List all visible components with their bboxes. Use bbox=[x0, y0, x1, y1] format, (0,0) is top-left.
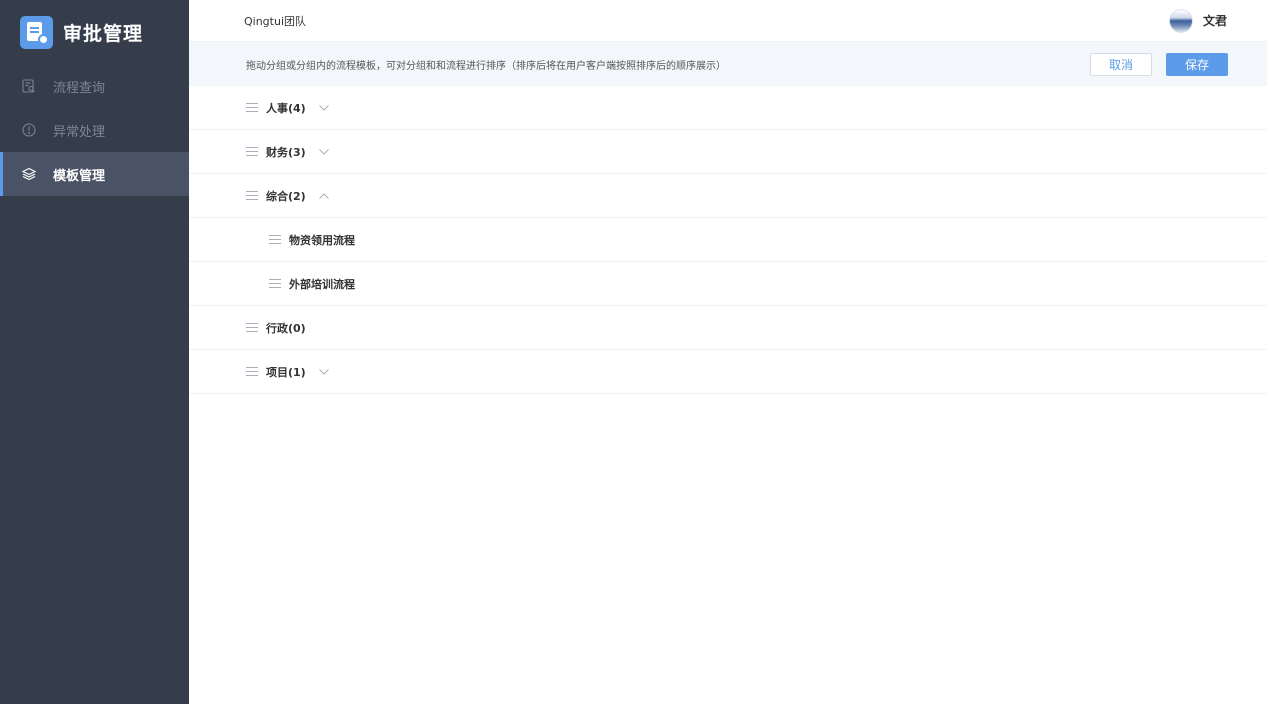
group-label: 财务(3) bbox=[266, 145, 306, 159]
sidebar-item-template-management[interactable]: 模板管理 bbox=[0, 152, 189, 196]
chevron-down-icon[interactable] bbox=[318, 366, 330, 378]
sidebar: 审批管理 流程查询 异常处理 模板管理 bbox=[0, 0, 189, 704]
save-button[interactable]: 保存 bbox=[1166, 52, 1228, 76]
drag-handle-icon[interactable] bbox=[269, 279, 281, 288]
chevron-up-icon[interactable] bbox=[318, 190, 330, 202]
sidebar-item-label: 异常处理 bbox=[53, 124, 106, 140]
avatar[interactable] bbox=[1168, 8, 1193, 33]
template-row-external-training[interactable]: 外部培训流程 bbox=[189, 262, 1267, 306]
sidebar-item-exception-handling[interactable]: 异常处理 bbox=[0, 108, 189, 152]
sort-toolbar: 拖动分组或分组内的流程模板，可对分组和和流程进行排序（排序后将在用户客户端按照排… bbox=[189, 42, 1267, 86]
template-label: 物资领用流程 bbox=[289, 233, 355, 247]
group-row-finance[interactable]: 财务(3) bbox=[189, 130, 1267, 174]
group-row-hr[interactable]: 人事(4) bbox=[189, 86, 1267, 130]
toolbar-buttons: 取消 保存 bbox=[1090, 52, 1228, 76]
user-menu[interactable]: 文君 bbox=[1168, 8, 1227, 33]
top-header: Qingtui团队 文君 bbox=[189, 0, 1267, 42]
chevron-down-icon[interactable] bbox=[318, 146, 330, 158]
group-label: 行政(0) bbox=[266, 321, 306, 335]
template-row-material-requisition[interactable]: 物资领用流程 bbox=[189, 218, 1267, 262]
team-name: Qingtui团队 bbox=[244, 14, 307, 28]
group-label: 项目(1) bbox=[266, 365, 306, 379]
group-label: 综合(2) bbox=[266, 189, 306, 203]
sidebar-item-process-query[interactable]: 流程查询 bbox=[0, 64, 189, 108]
chevron-down-icon[interactable] bbox=[318, 102, 330, 114]
sidebar-item-label: 模板管理 bbox=[53, 168, 106, 184]
cancel-button[interactable]: 取消 bbox=[1090, 52, 1152, 76]
drag-handle-icon[interactable] bbox=[246, 191, 258, 200]
search-doc-icon bbox=[22, 79, 36, 93]
layers-icon bbox=[22, 167, 36, 181]
template-label: 外部培训流程 bbox=[289, 277, 355, 291]
brand: 审批管理 bbox=[0, 0, 189, 64]
drag-handle-icon[interactable] bbox=[246, 103, 258, 112]
sort-hint: 拖动分组或分组内的流程模板，可对分组和和流程进行排序（排序后将在用户客户端按照排… bbox=[246, 60, 726, 72]
template-group-list: 人事(4) 财务(3) 综合(2) 物资领用流程 外部培训流程 行政(0) 项目… bbox=[189, 86, 1267, 394]
user-name: 文君 bbox=[1202, 14, 1227, 28]
app: 审批管理 流程查询 异常处理 模板管理 Qingtui团队 文君 拖动分组或分组… bbox=[0, 0, 1267, 704]
drag-handle-icon[interactable] bbox=[269, 235, 281, 244]
sidebar-item-label: 流程查询 bbox=[53, 80, 106, 96]
group-label: 人事(4) bbox=[266, 101, 306, 115]
group-row-admin[interactable]: 行政(0) bbox=[189, 306, 1267, 350]
group-row-project[interactable]: 项目(1) bbox=[189, 350, 1267, 394]
brand-title: 审批管理 bbox=[63, 22, 144, 45]
group-row-general[interactable]: 综合(2) bbox=[189, 174, 1267, 218]
alert-circle-icon bbox=[22, 123, 36, 137]
drag-handle-icon[interactable] bbox=[246, 323, 258, 332]
drag-handle-icon[interactable] bbox=[246, 367, 258, 376]
drag-handle-icon[interactable] bbox=[246, 147, 258, 156]
main-content: Qingtui团队 文君 拖动分组或分组内的流程模板，可对分组和和流程进行排序（… bbox=[189, 0, 1267, 704]
approval-doc-icon bbox=[20, 15, 53, 49]
